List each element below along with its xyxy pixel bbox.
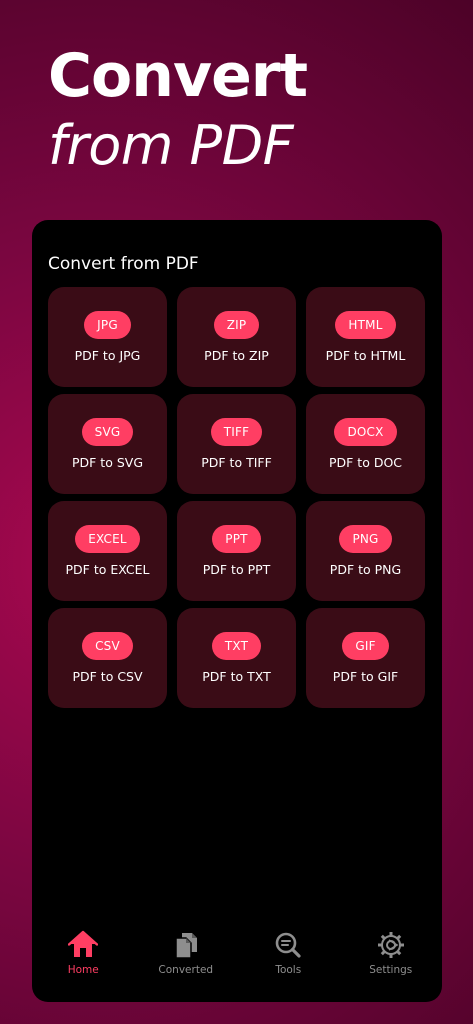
tab-converted[interactable]: Converted — [135, 930, 238, 990]
convert-jpg-tile[interactable]: JPG PDF to JPG — [48, 287, 167, 387]
format-badge: PNG — [339, 525, 392, 553]
documents-icon — [175, 933, 197, 959]
format-badge: PPT — [212, 525, 261, 553]
tile-label: PDF to PPT — [202, 562, 271, 577]
format-badge: HTML — [335, 311, 396, 339]
hero-subtitle: from PDF — [48, 114, 294, 177]
convert-tiff-tile[interactable]: TIFF PDF to TIFF — [177, 394, 296, 494]
gear-icon — [377, 932, 404, 958]
tile-label: PDF to EXCEL — [65, 562, 150, 577]
convert-csv-tile[interactable]: CSV PDF to CSV — [48, 608, 167, 708]
tile-label: PDF to HTML — [325, 348, 406, 363]
tab-settings[interactable]: Settings — [340, 930, 443, 990]
format-badge: EXCEL — [75, 525, 140, 553]
convert-svg-tile[interactable]: SVG PDF to SVG — [48, 394, 167, 494]
format-badge: JPG — [84, 311, 131, 339]
format-badge: GIF — [342, 632, 389, 660]
tab-tools[interactable]: Tools — [237, 930, 340, 990]
tab-bar: Home Converted Tools Settings — [32, 930, 442, 990]
tile-label: PDF to DOC — [328, 455, 403, 470]
convert-png-tile[interactable]: PNG PDF to PNG — [306, 501, 425, 601]
tab-label: Tools — [275, 964, 302, 976]
conversion-grid: JPG PDF to JPG ZIP PDF to ZIP HTML PDF t… — [48, 287, 425, 708]
section-title: Convert from PDF — [48, 254, 199, 274]
format-badge: SVG — [81, 418, 134, 446]
tab-label: Settings — [369, 964, 413, 976]
tile-label: PDF to PNG — [329, 562, 402, 577]
tile-label: PDF to ZIP — [204, 348, 269, 363]
format-badge: ZIP — [213, 311, 260, 339]
hero-header: Convert from PDF — [48, 40, 308, 180]
convert-doc-tile[interactable]: DOCX PDF to DOC — [306, 394, 425, 494]
tile-label: PDF to TIFF — [201, 455, 272, 470]
convert-ppt-tile[interactable]: PPT PDF to PPT — [177, 501, 296, 601]
tab-label: Converted — [158, 964, 214, 976]
convert-html-tile[interactable]: HTML PDF to HTML — [306, 287, 425, 387]
tile-label: PDF to JPG — [74, 348, 141, 363]
convert-gif-tile[interactable]: GIF PDF to GIF — [306, 608, 425, 708]
tile-label: PDF to GIF — [332, 669, 399, 684]
convert-txt-tile[interactable]: TXT PDF to TXT — [177, 608, 296, 708]
format-badge: CSV — [82, 632, 133, 660]
hero-title: Convert — [48, 41, 308, 111]
format-badge: TIFF — [210, 418, 263, 446]
search-document-icon — [275, 932, 301, 958]
convert-zip-tile[interactable]: ZIP PDF to ZIP — [177, 287, 296, 387]
format-badge: DOCX — [334, 418, 397, 446]
tab-label: Home — [67, 964, 99, 976]
app-screen: Convert from PDF JPG PDF to JPG ZIP PDF … — [32, 220, 442, 1002]
tile-label: PDF to TXT — [202, 669, 271, 684]
home-icon — [68, 930, 99, 957]
format-badge: TXT — [211, 632, 262, 660]
tile-label: PDF to SVG — [71, 455, 144, 470]
tab-home[interactable]: Home — [32, 930, 135, 990]
tile-label: PDF to CSV — [72, 669, 143, 684]
convert-excel-tile[interactable]: EXCEL PDF to EXCEL — [48, 501, 167, 601]
